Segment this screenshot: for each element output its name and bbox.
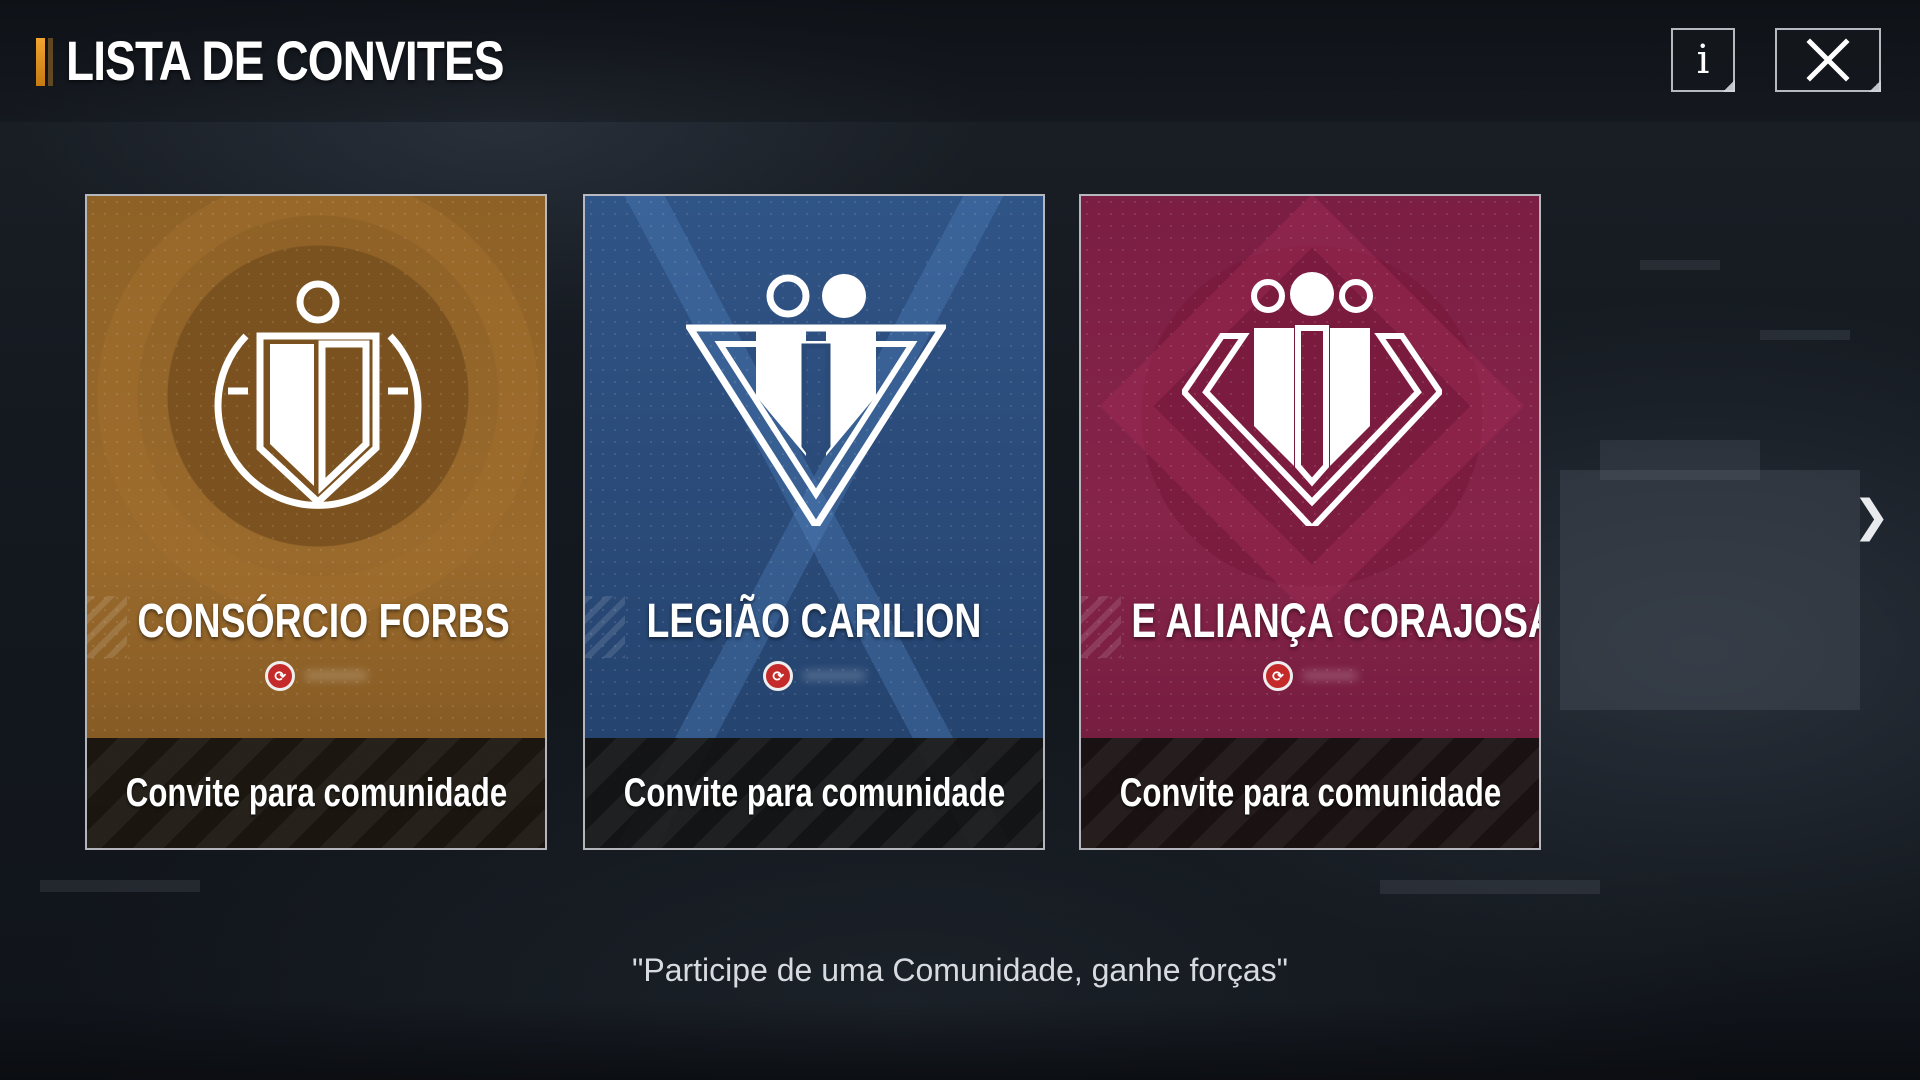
info-button[interactable]: i (1671, 28, 1735, 92)
invite-button[interactable]: Convite para comunidade (87, 738, 545, 848)
community-card-carilion[interactable]: LEGIÃO CARILION ⟳ •••••••• Convite para … (583, 194, 1045, 850)
community-card-forbs[interactable]: CONSÓRCIO FORBS ⟳ •••••••• Convite para … (85, 194, 547, 850)
community-name: E ALIANÇA CORAJOSA (1131, 595, 1541, 648)
community-meta: ⟳ ••••••• (1081, 661, 1539, 691)
title-accent (48, 38, 53, 86)
background-ship (1560, 470, 1860, 710)
server-badge-icon: ⟳ (1263, 661, 1294, 691)
community-name: CONSÓRCIO FORBS (137, 595, 510, 648)
card-stripes (87, 596, 127, 658)
server-badge-icon: ⟳ (763, 661, 794, 691)
shield-ring-emblem-icon (214, 280, 422, 509)
corner-decoration (1723, 80, 1735, 92)
community-meta: ⟳ •••••••• (87, 661, 545, 691)
community-meta-value: •••••••• (305, 663, 367, 688)
background-ship (1380, 880, 1600, 894)
invite-button-label: Convite para comunidade (623, 770, 1005, 815)
invite-button-label: Convite para comunidade (125, 770, 507, 815)
next-page-arrow-icon[interactable]: ❯ (1853, 492, 1890, 542)
community-name: LEGIÃO CARILION (646, 595, 982, 648)
community-card-corajosa[interactable]: E ALIANÇA CORAJOSA ⟳ ••••••• Convite par… (1079, 194, 1541, 850)
background-ship (1600, 440, 1760, 480)
title-accent (36, 38, 45, 86)
community-meta-value: •••••••• (803, 663, 865, 688)
invite-button[interactable]: Convite para comunidade (585, 738, 1043, 848)
community-meta: ⟳ •••••••• (585, 661, 1043, 691)
background-ship (1760, 330, 1850, 340)
server-badge-icon: ⟳ (265, 661, 296, 691)
card-stripes (1081, 596, 1121, 658)
invite-list-screen: LISTA DE CONVITES i CONSÓRCIO FORBS ⟳ ••… (0, 0, 1920, 1080)
tagline: "Participe de uma Comunidade, ganhe forç… (632, 952, 1288, 988)
triangle-emblem-icon (686, 274, 946, 526)
diamond-emblem-icon (1182, 272, 1442, 526)
background-ship (1640, 260, 1720, 270)
card-stripes (585, 596, 625, 658)
close-button[interactable] (1775, 28, 1881, 92)
page-title: LISTA DE CONVITES (66, 29, 504, 92)
invite-button-label: Convite para comunidade (1119, 770, 1501, 815)
corner-decoration (1869, 80, 1881, 92)
info-icon: i (1696, 37, 1710, 83)
close-icon (1806, 38, 1850, 82)
bottom-shade (0, 1000, 1920, 1080)
invite-button[interactable]: Convite para comunidade (1081, 738, 1539, 848)
community-meta-value: ••••••• (1303, 663, 1357, 688)
background-ship (40, 880, 200, 892)
